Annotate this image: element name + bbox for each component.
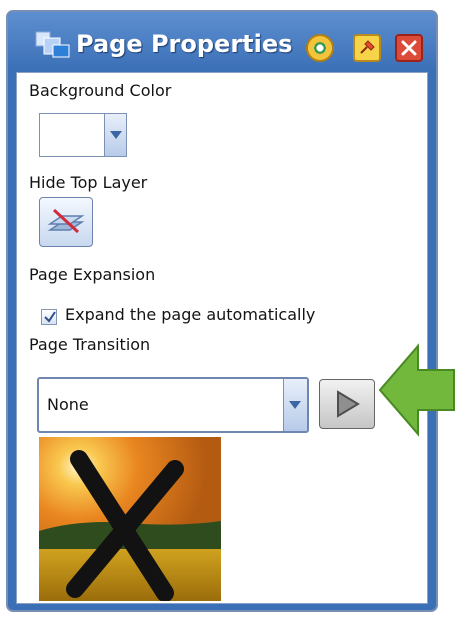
chevron-down-icon[interactable] <box>283 379 307 431</box>
expand-page-checkbox[interactable] <box>41 309 57 325</box>
close-icon[interactable] <box>395 34 423 62</box>
hide-top-layer-label: Hide Top Layer <box>29 173 148 192</box>
page-properties-panel: Page Properties Background Color Hide To… <box>6 10 438 612</box>
background-color-dropdown[interactable] <box>39 113 127 157</box>
eye-icon[interactable] <box>306 34 334 62</box>
expand-page-checkbox-label[interactable]: Expand the page automatically <box>65 305 315 324</box>
page-transition-value: None <box>47 395 89 414</box>
background-color-label: Background Color <box>29 81 172 100</box>
checkmark-icon <box>44 311 56 323</box>
page-expansion-label: Page Expansion <box>29 265 156 284</box>
page-transition-label: Page Transition <box>29 335 151 354</box>
properties-content: Background Color Hide Top Layer Page Exp… <box>16 72 428 604</box>
play-icon <box>337 390 360 418</box>
hide-layer-icon <box>47 208 85 234</box>
pin-icon[interactable] <box>353 34 381 62</box>
page-transition-dropdown[interactable]: None <box>37 377 309 433</box>
play-transition-button[interactable] <box>319 379 375 429</box>
page-properties-icon <box>34 30 72 60</box>
hide-top-layer-button[interactable] <box>39 197 93 247</box>
transition-preview-image <box>39 437 221 601</box>
chevron-down-icon[interactable] <box>104 114 126 156</box>
titlebar: Page Properties <box>8 12 436 72</box>
window-title: Page Properties <box>76 30 293 58</box>
left-pointing-arrow-icon <box>378 343 455 437</box>
